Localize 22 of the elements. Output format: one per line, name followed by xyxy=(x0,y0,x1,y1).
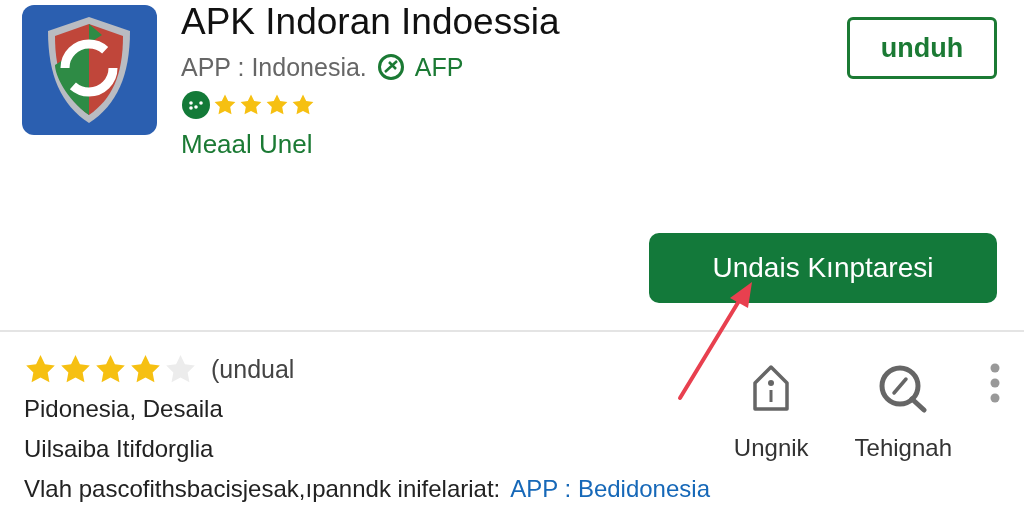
detail-text: Pidonesia, Desaila xyxy=(24,394,224,424)
more-menu-icon[interactable] xyxy=(990,363,1000,405)
publisher-name: APP : Indonesia. xyxy=(181,52,367,82)
rating-label: (undual xyxy=(211,354,295,384)
action-button[interactable]: Tehignah xyxy=(854,363,952,463)
house-info-icon xyxy=(751,363,792,413)
footer-link[interactable]: APP : Bedidonesia xyxy=(510,475,710,502)
star-icon xyxy=(213,93,237,117)
dots-badge-icon xyxy=(181,90,211,120)
app-title: APK Indoran Indoessia xyxy=(181,4,561,40)
detail-text: Uilsaiba Itifdorglia xyxy=(24,434,215,464)
star-icon xyxy=(239,93,263,117)
download-button[interactable]: unduh xyxy=(847,17,997,79)
primary-button[interactable]: Undais Kınptaresi xyxy=(649,233,997,303)
verified-badge-icon xyxy=(376,53,405,81)
badge-label: AFP xyxy=(414,52,464,82)
category-label: Meaal Unel xyxy=(181,128,314,160)
star-icon xyxy=(265,93,289,117)
action-button[interactable]: Ungnik xyxy=(733,363,809,463)
shield-app-icon xyxy=(22,5,157,135)
footer-label: Vlah pascofithsbacisjesak,ıpanndk inifelariat: xyxy=(24,475,501,502)
star-icon xyxy=(291,93,315,117)
